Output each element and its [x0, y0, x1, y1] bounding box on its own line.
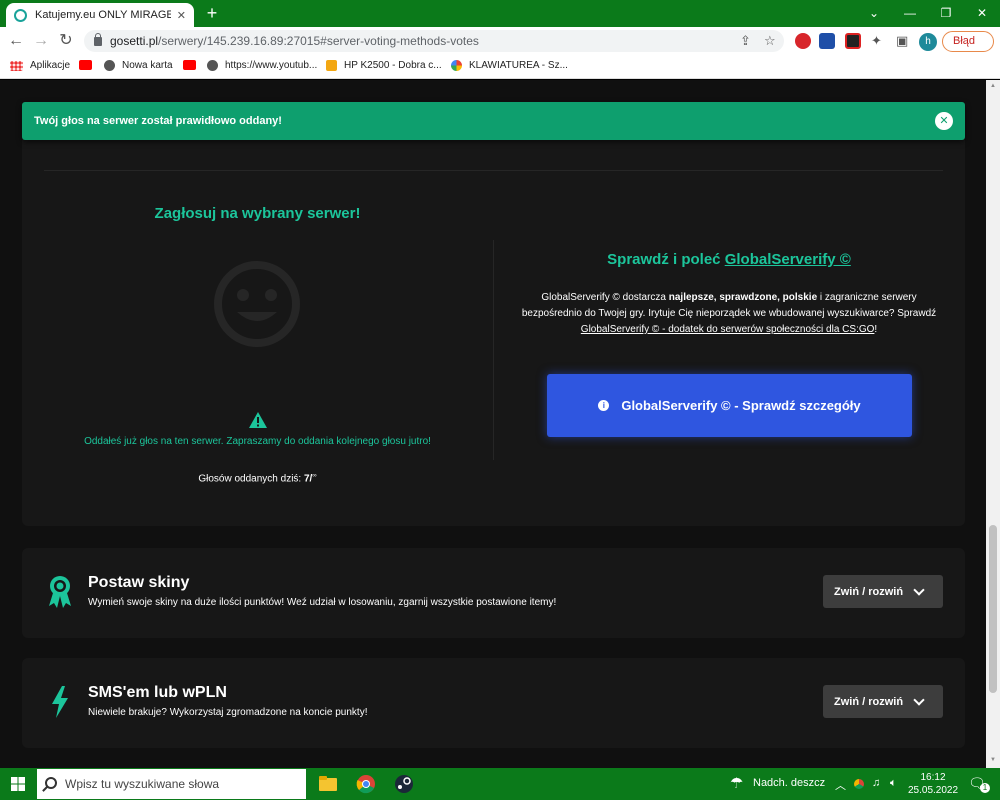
globalserverify-addon-link[interactable]: GlobalServerify © - dodatek do serwerów … — [581, 324, 875, 335]
section-title: SMS'em lub wPLN — [88, 684, 227, 701]
opera-extension-icon[interactable] — [795, 33, 811, 49]
scroll-up-icon[interactable]: ▲ — [990, 83, 996, 89]
toast-message: Twój głos na serwer został prawidłowo od… — [34, 115, 282, 127]
divider — [44, 170, 943, 171]
windows-taskbar: Wpisz tu wyszukiwane słowa ☂ Nadch. desz… — [0, 768, 1000, 800]
chevron-down-icon — [913, 693, 925, 706]
headset-icon[interactable]: ♫ — [872, 777, 880, 789]
votes-today-max: ∞ — [312, 473, 317, 479]
back-arrow-icon[interactable]: ← — [6, 31, 26, 51]
weather-status[interactable]: Nadch. deszcz — [753, 777, 825, 789]
reload-icon[interactable]: ↻ — [56, 31, 76, 51]
url-path: /serwery/145.239.16.89:27015#server-voti… — [158, 34, 479, 48]
share-icon[interactable]: ⇪ — [740, 33, 751, 49]
scrollbar-thumb[interactable] — [989, 525, 997, 693]
extensions-puzzle-icon[interactable]: ✦ — [871, 33, 882, 49]
bookmark-klawiatura[interactable]: KLAWIATUREA - Sz... — [451, 60, 568, 71]
windows-start-icon[interactable] — [0, 768, 36, 800]
volume-icon[interactable]: 🔈︎ — [890, 777, 897, 790]
globalserverify-button-label: GlobalServerify © - Sprawdź szczegóły — [621, 398, 861, 413]
steam-icon[interactable] — [386, 768, 422, 800]
globalserverify-title-link[interactable]: GlobalServerify © — [725, 251, 851, 268]
vote-card: Zagłosuj na wybrany serwer! Oddałeś już … — [22, 130, 965, 526]
url-host: gosetti.pl — [110, 34, 159, 48]
search-icon — [45, 777, 57, 789]
globalserverify-title: Sprawdź i poleć GlobalServerify © — [607, 251, 851, 268]
chevron-down-icon — [913, 583, 925, 596]
side-panel-icon[interactable]: ▣ — [896, 33, 908, 49]
tab-close-icon[interactable]: ✕ — [177, 9, 186, 22]
browser-toolbar: ← → ↻ gosetti.pl /serwery/145.239.16.89:… — [0, 27, 1000, 55]
scroll-down-icon[interactable]: ▼ — [990, 757, 996, 763]
new-extension-icon[interactable] — [819, 33, 835, 49]
vote-title: Zagłosuj na wybrany serwer! — [154, 205, 361, 222]
clock-time: 16:12 — [920, 772, 946, 783]
browser-tab[interactable]: Katujemy.eu ONLY MIRAGE 128TI ✕ — [6, 3, 194, 27]
bookmark-new-tab[interactable]: Nowa karta — [104, 60, 173, 71]
bookmark-youtube[interactable] — [79, 60, 99, 70]
vote-notice: Oddałeś już głos na ten serwer. Zaprasza… — [84, 436, 431, 447]
award-icon — [49, 576, 71, 608]
section-title: Postaw skiny — [88, 574, 190, 591]
bookmarks-bar: Aplikacje Nowa karta https://www.youtub.… — [0, 55, 1000, 79]
globalserverify-details-button[interactable]: i GlobalServerify © - Sprawdź szczegóły — [547, 374, 912, 437]
section-skins: Postaw skiny Wymień swoje skiny na duże … — [22, 548, 965, 638]
collapse-expand-button[interactable]: Zwiń / rozwiń — [823, 575, 943, 608]
chrome-icon[interactable] — [348, 768, 384, 800]
maximize-button[interactable]: ❐ — [928, 0, 964, 27]
globe-icon — [207, 60, 218, 71]
toast-close-icon[interactable]: ✕ — [935, 112, 953, 130]
search-placeholder: Wpisz tu wyszukiwane słowa — [65, 777, 220, 791]
google-icon — [451, 60, 462, 71]
taskbar-search-input[interactable]: Wpisz tu wyszukiwane słowa — [37, 769, 306, 799]
profile-avatar[interactable]: h — [919, 33, 937, 51]
apps-grid-icon — [10, 60, 23, 71]
lightning-icon — [52, 686, 68, 718]
success-toast: Twój głos na serwer został prawidłowo od… — [22, 102, 965, 140]
info-icon: i — [598, 400, 610, 411]
close-window-button[interactable]: ✕ — [964, 0, 1000, 27]
chrome-tray-icon[interactable] — [854, 779, 864, 789]
collapse-expand-button[interactable]: Zwiń / rozwiń — [823, 685, 943, 718]
clock-date: 25.05.2022 — [908, 785, 959, 796]
tab-title: Katujemy.eu ONLY MIRAGE 128TI — [35, 9, 171, 21]
warning-icon — [249, 412, 267, 428]
youtube-icon — [183, 60, 196, 70]
votes-today: Głosów oddanych dziś: 7/∞ — [22, 473, 493, 484]
bookmark-hp[interactable]: HP K2500 - Dobra c... — [326, 60, 442, 71]
bookmark-youtube-2[interactable] — [183, 60, 203, 70]
bookmark-apps[interactable]: Aplikacje — [10, 60, 70, 71]
section-sms: SMS'em lub wPLN Niewiele brakuje? Wykorz… — [22, 658, 965, 748]
section-description: Niewiele brakuje? Wykorzystaj zgromadzon… — [88, 707, 368, 718]
minimize-button[interactable]: — — [892, 0, 928, 27]
lock-icon[interactable] — [94, 32, 102, 46]
tab-search-chevron-icon[interactable]: ⌄ — [856, 0, 892, 27]
youtube-icon — [79, 60, 92, 70]
site-favicon-icon — [14, 8, 27, 22]
new-tab-button[interactable]: + — [202, 3, 222, 23]
page-scrollbar[interactable]: ▲ ▼ — [986, 80, 1000, 768]
weather-rain-icon[interactable]: ☂ — [730, 774, 743, 792]
address-bar[interactable]: gosetti.pl /serwery/145.239.16.89:27015#… — [84, 30, 784, 52]
e-store-icon — [326, 60, 337, 71]
taskbar-clock[interactable]: 16:12 25.05.2022 — [908, 771, 958, 797]
column-divider — [493, 240, 494, 460]
browser-titlebar: Katujemy.eu ONLY MIRAGE 128TI ✕ + ⌄ — ❐ … — [0, 0, 1000, 27]
bookmark-star-icon[interactable]: ☆ — [764, 33, 776, 49]
file-explorer-icon[interactable] — [310, 768, 346, 800]
forward-arrow-icon[interactable]: → — [31, 31, 51, 51]
red-extension-icon[interactable] — [845, 33, 861, 49]
error-button[interactable]: Błąd — [942, 31, 994, 52]
globalserverify-description: GlobalServerify © dostarcza najlepsze, s… — [521, 292, 937, 335]
tray-chevron-up-icon[interactable]: ︿ — [835, 777, 846, 793]
section-description: Wymień swoje skiny na duże ilości punktó… — [88, 597, 557, 608]
notification-badge: 1 — [980, 783, 990, 793]
votes-today-label: Głosów oddanych dziś: — [198, 473, 302, 485]
page-content: Zagłosuj na wybrany serwer! Oddałeś już … — [0, 80, 986, 768]
globe-icon — [104, 60, 115, 71]
bookmark-youtube-link[interactable]: https://www.youtub... — [207, 60, 317, 71]
smiley-icon — [214, 261, 300, 347]
